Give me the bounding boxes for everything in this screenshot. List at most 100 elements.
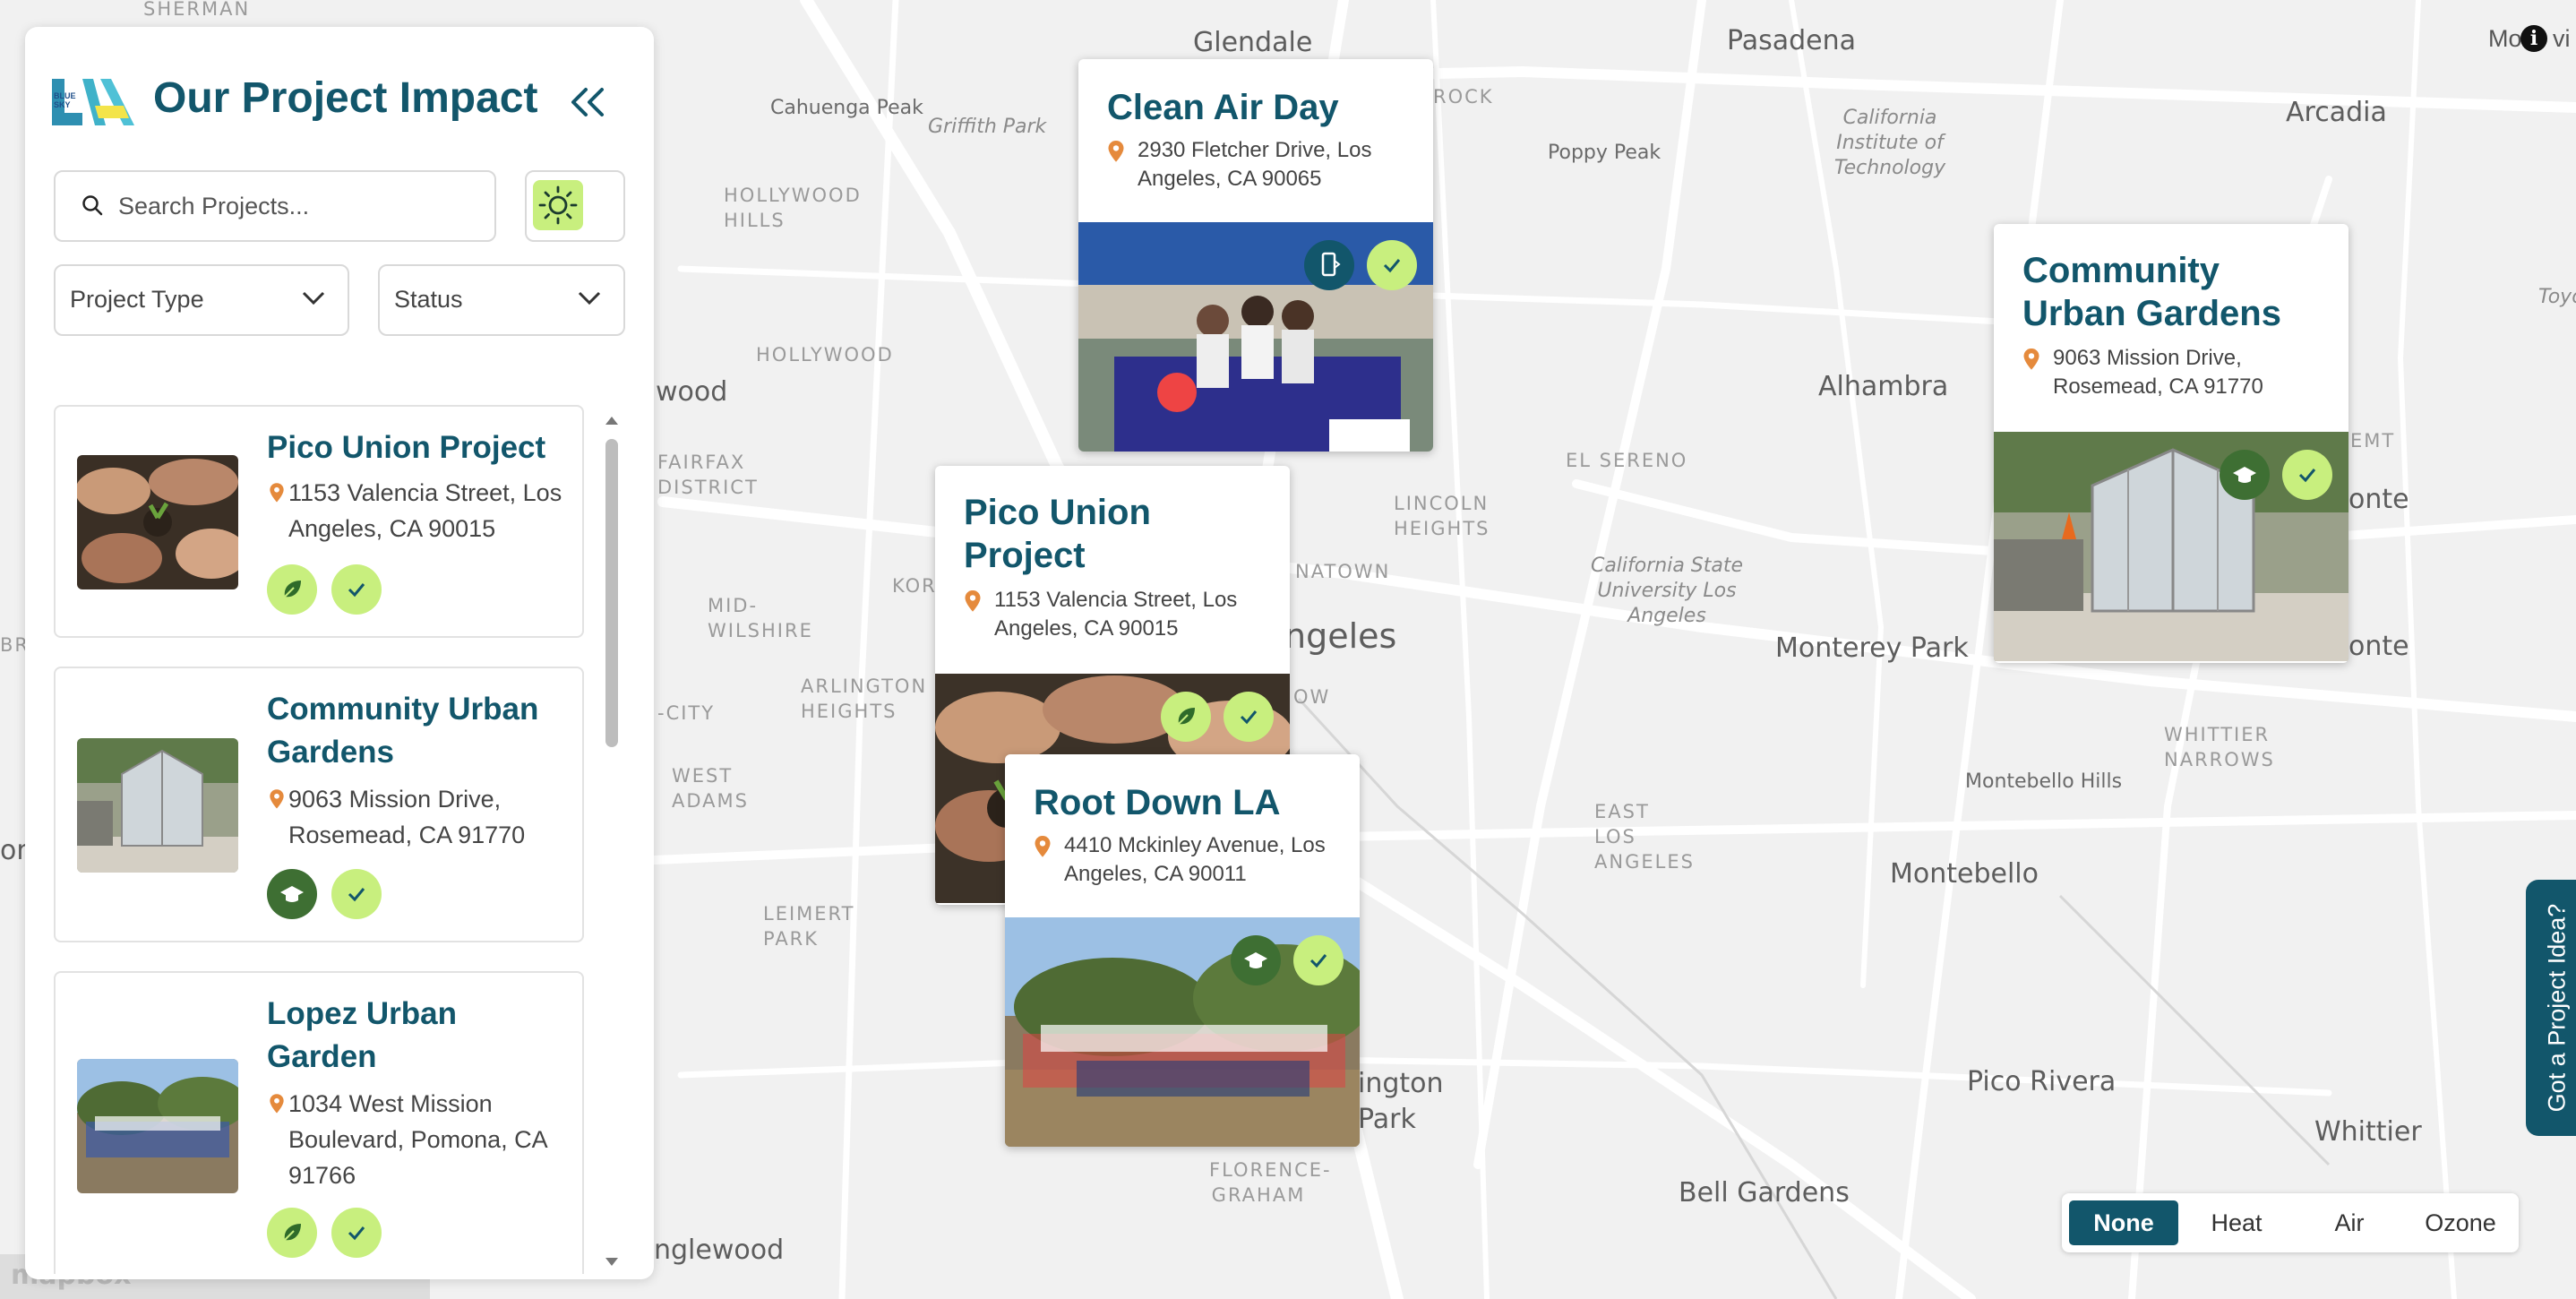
map-label-whittier: Whittier [2314,1116,2422,1148]
layer-option-heat[interactable]: Heat [2182,1200,2291,1245]
location-pin-icon [1035,836,1051,857]
project-list[interactable]: Pico Union Project 1153 Valencia Street,… [54,378,591,1274]
map-label-bell-gardens: Bell Gardens [1679,1177,1850,1209]
search-box[interactable] [54,170,496,242]
map-label-onte-2: onte [2348,631,2409,662]
svg-text:SKY: SKY [54,100,71,109]
map-card-title: Clean Air Day [1107,88,1339,127]
map-label-leimert-park: LEIMERT PARK [763,903,855,950]
location-pin-icon [270,789,284,809]
list-item-badges [267,564,382,615]
scroll-up-arrow-icon[interactable] [604,414,620,426]
map-card-address: 9063 Mission Drive, Rosemead, CA 91770 [2053,346,2263,399]
list-item-community-urban-gardens[interactable]: Community Urban Gardens 9063 Mission Dri… [54,667,584,942]
list-item-title: Lopez Urban Garden [267,996,457,1074]
scroll-down-arrow-icon[interactable] [604,1256,620,1269]
map-label-monterey-park: Monterey Park [1775,632,1969,664]
map-label-emt: EMT [2350,430,2396,452]
list-item-address: 1153 Valencia Street, Los Angeles, CA 90… [288,479,562,542]
check-icon [331,869,382,919]
map-label-alhambra: Alhambra [1818,371,1949,402]
map-label-arcadia: Arcadia [2286,97,2387,128]
layer-option-none[interactable]: None [2069,1200,2178,1245]
leaf-icon [267,564,317,615]
map-card-title: Community Urban Gardens [2022,251,2281,333]
list-item-address: 9063 Mission Drive, Rosemead, CA 91770 [288,786,526,848]
community-urban-gardens-thumbnail [77,738,238,873]
check-icon [2282,450,2332,500]
chevron-down-icon [302,291,325,305]
phone-icon [1304,240,1354,290]
map-label-toy: Toyo [2538,286,2576,308]
map-label-pico-rivera: Pico Rivera [1967,1066,2117,1097]
sun-icon [538,185,578,225]
blue-sky-la-logo: BLUE SKY [52,79,134,125]
map-card-badges [2220,450,2332,500]
scrollbar-thumb[interactable] [605,439,618,747]
map-label-pasadena: Pasadena [1727,25,1857,56]
search-icon [82,195,103,216]
map-label-montebello-hills: Montebello Hills [1965,770,2123,793]
map-label-east-los-angeles: EAST LOS ANGELES [1594,801,1695,873]
idea-tab-label: Got a Project Idea? [2543,903,2571,1113]
list-item-address: 1034 West Mission Boulevard, Pomona, CA … [288,1090,547,1189]
search-input[interactable] [116,181,478,231]
map-label-fairfax: FAIRFAX DISTRICT [657,452,759,498]
collapse-sidebar-button[interactable] [562,77,613,127]
map-label-onte-1: onte [2348,484,2409,515]
map-label-ow: OW [1293,686,1331,708]
map-layer-toggle: None Heat Air Ozone [2062,1193,2519,1252]
map-label-rock: ROCK [1433,86,1494,108]
check-icon [1293,935,1344,985]
map-label-whittier-narrows: WHITTIER NARROWS [2164,724,2275,770]
map-label-glendale: Glendale [1193,27,1313,58]
list-item-pico-union-project[interactable]: Pico Union Project 1153 Valencia Street,… [54,405,584,638]
graduation-cap-icon [1231,935,1281,985]
list-item-lopez-urban-garden[interactable]: Lopez Urban Garden 1034 West Mission Bou… [54,971,584,1274]
map-attribution-prefix: Mo [2488,25,2522,52]
lopez-urban-garden-thumbnail [77,1059,238,1193]
leaf-icon [1161,692,1211,742]
info-icon[interactable]: i [2520,25,2547,52]
map-card-clean-air-day[interactable]: Clean Air Day 2930 Fletcher Drive, Los A… [1078,59,1433,452]
theme-toggle-button[interactable] [525,170,625,242]
map-label-sherman: SHERMAN [143,0,251,20]
map-card-address: 4410 Mckinley Avenue, Los Angeles, CA 90… [1064,833,1326,886]
list-item-badges [267,869,382,919]
double-chevron-left-icon [571,88,604,116]
map-card-title: Root Down LA [1034,783,1281,822]
check-icon [1367,240,1417,290]
map-label-inglewood: nglewood [654,1234,785,1266]
project-type-select[interactable]: Project Type [54,264,349,336]
svg-text:BLUE: BLUE [54,91,76,100]
got-a-project-idea-tab[interactable]: Got a Project Idea? [2526,880,2576,1136]
map-attribution-suffix: vi [2553,25,2571,52]
map-label-csula: California State University Los Angeles [1590,555,1744,627]
map-label-hollywood: HOLLYWOOD [756,344,894,366]
map-label-west-adams: WEST ADAMS [672,765,749,812]
project-type-label: Project Type [70,286,204,313]
map-label-el-sereno: EL SERENO [1566,450,1688,471]
map-card-address: 1153 Valencia Street, Los Angeles, CA 90… [994,588,1238,641]
project-list-scrollbar[interactable] [598,378,623,1274]
graduation-cap-icon [2220,450,2270,500]
pico-union-project-thumbnail [77,455,238,589]
status-select[interactable]: Status [378,264,625,336]
map-label-cahuenga-peak: Cahuenga Peak [770,97,923,119]
map-card-community-urban-gardens[interactable]: Community Urban Gardens 9063 Mission Dri… [1994,224,2348,663]
sidebar-panel: BLUE SKY Our Project Impact Search Proje… [25,27,654,1279]
location-pin-icon [270,483,284,503]
page-title: Our Project Impact [153,74,538,122]
map-label-griffith-park: Griffith Park [928,116,1047,138]
status-label: Status [394,286,463,313]
map-label-florence-graham: FLORENCE- GRAHAM [1209,1159,1332,1206]
check-icon [1224,692,1274,742]
map-card-root-down-la[interactable]: Root Down LA 4410 Mckinley Avenue, Los A… [1005,754,1360,1147]
map-card-badges [1161,692,1274,742]
location-pin-icon [1108,141,1124,162]
map-card-badges [1304,240,1417,290]
map-label-lincoln-heights: LINCOLN HEIGHTS [1394,493,1490,539]
layer-option-air[interactable]: Air [2295,1200,2404,1245]
check-icon [331,564,382,615]
layer-option-ozone[interactable]: Ozone [2408,1200,2513,1245]
